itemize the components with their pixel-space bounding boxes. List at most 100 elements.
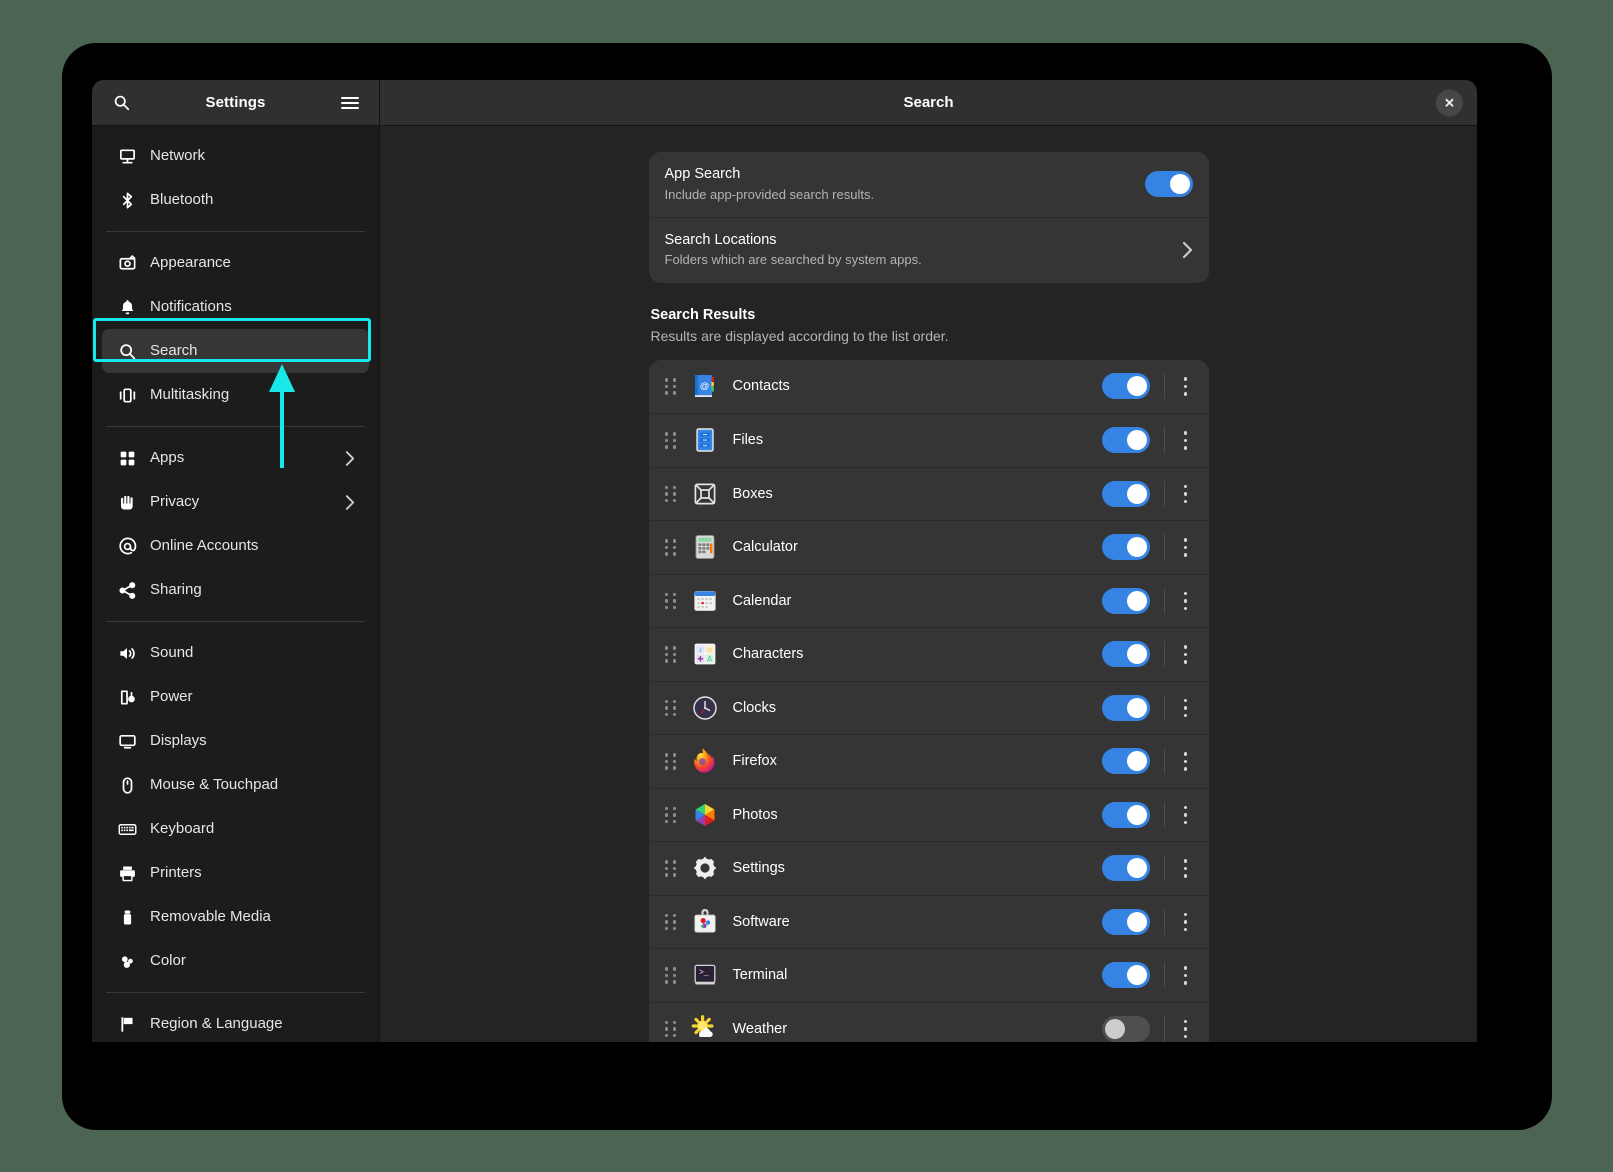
top-settings-card: App Search Include app-provided search r… [649,152,1209,283]
color-icon [114,952,140,971]
more-options-icon[interactable] [1177,748,1195,774]
bluetooth-icon [114,191,140,210]
sidebar-item-sound[interactable]: Sound [102,631,369,675]
more-options-icon[interactable] [1177,641,1195,667]
more-options-icon[interactable] [1177,481,1195,507]
svg-text:>_: >_ [699,969,709,978]
drag-handle-icon[interactable] [665,432,677,449]
row-controls [1102,588,1195,614]
drag-handle-icon[interactable] [665,593,677,610]
sidebar-item-keyboard[interactable]: Keyboard [102,807,369,851]
share-icon [114,581,140,600]
sidebar-item-label: Network [150,148,359,164]
search-result-label: Firefox [733,753,1102,769]
svg-text:@: @ [699,381,709,392]
sidebar-item-privacy[interactable]: Privacy [102,480,369,524]
search-result-row: Calendar [649,574,1209,628]
sidebar-item-removable-media[interactable]: Removable Media [102,895,369,939]
drag-handle-icon[interactable] [665,539,677,556]
sidebar-item-network[interactable]: Network [102,134,369,178]
search-result-row: >_Terminal [649,948,1209,1002]
sidebar-item-printers[interactable]: Printers [102,851,369,895]
search-result-toggle[interactable] [1102,962,1150,988]
search-result-toggle[interactable] [1102,373,1150,399]
more-options-icon[interactable] [1177,802,1195,828]
search-result-toggle[interactable] [1102,802,1150,828]
divider [1164,1016,1165,1042]
drag-handle-icon[interactable] [665,753,677,770]
appearance-icon [114,254,140,273]
sidebar: Settings NetworkBluetoothAppearanceNotif… [92,80,380,1042]
boxes-app-icon [691,480,719,508]
more-options-icon[interactable] [1177,534,1195,560]
more-options-icon[interactable] [1177,1016,1195,1042]
search-result-row: Software [649,895,1209,949]
sidebar-item-multitasking[interactable]: Multitasking [102,373,369,417]
sidebar-item-color[interactable]: Color [102,939,369,983]
search-result-toggle[interactable] [1102,855,1150,881]
app-search-row[interactable]: App Search Include app-provided search r… [649,152,1209,217]
sidebar-item-power[interactable]: Power [102,675,369,719]
search-result-row: Boxes [649,467,1209,521]
sidebar-item-displays[interactable]: Displays [102,719,369,763]
sidebar-item-region-language[interactable]: Region & Language [102,1002,369,1042]
more-options-icon[interactable] [1177,695,1195,721]
search-icon[interactable] [108,90,134,116]
sidebar-item-label: Removable Media [150,909,359,925]
search-locations-row[interactable]: Search Locations Folders which are searc… [649,217,1209,283]
search-result-row: Calculator [649,520,1209,574]
drag-handle-icon[interactable] [665,967,677,984]
drag-handle-icon[interactable] [665,807,677,824]
more-options-icon[interactable] [1177,855,1195,881]
firefox-app-icon [691,747,719,775]
search-result-toggle[interactable] [1102,481,1150,507]
more-options-icon[interactable] [1177,427,1195,453]
more-options-icon[interactable] [1177,373,1195,399]
drag-handle-icon[interactable] [665,646,677,663]
clocks-app-icon [691,694,719,722]
divider [1164,427,1165,453]
search-locations-subtitle: Folders which are searched by system app… [665,251,1174,269]
sidebar-item-search[interactable]: Search [102,329,369,373]
sidebar-divider [106,621,365,622]
search-result-toggle[interactable] [1102,641,1150,667]
search-result-toggle[interactable] [1102,695,1150,721]
search-result-toggle[interactable] [1102,748,1150,774]
more-options-icon[interactable] [1177,588,1195,614]
close-icon[interactable]: ✕ [1436,89,1463,116]
search-result-toggle[interactable] [1102,427,1150,453]
drag-handle-icon[interactable] [665,1021,677,1038]
search-result-toggle[interactable] [1102,1016,1150,1042]
drag-handle-icon[interactable] [665,486,677,503]
bell-icon [114,298,140,317]
search-result-row: ♪☺✚ΔCharacters [649,627,1209,681]
hamburger-menu-icon[interactable] [337,90,363,116]
sidebar-item-label: Apps [150,450,345,466]
sidebar-nav-list: NetworkBluetoothAppearanceNotificationsS… [92,126,379,1042]
search-result-toggle[interactable] [1102,588,1150,614]
search-result-row: Weather [649,1002,1209,1043]
sidebar-item-sharing[interactable]: Sharing [102,568,369,612]
sidebar-item-apps[interactable]: Apps [102,436,369,480]
mouse-icon [114,776,140,795]
sidebar-item-mouse-touchpad[interactable]: Mouse & Touchpad [102,763,369,807]
search-result-row: Clocks [649,681,1209,735]
sidebar-item-bluetooth[interactable]: Bluetooth [102,178,369,222]
search-result-toggle[interactable] [1102,909,1150,935]
sidebar-item-appearance[interactable]: Appearance [102,241,369,285]
drag-handle-icon[interactable] [665,378,677,395]
display-icon [114,732,140,751]
search-result-toggle[interactable] [1102,534,1150,560]
search-panel: App Search Include app-provided search r… [649,152,1209,1042]
more-options-icon[interactable] [1177,909,1195,935]
app-search-title: App Search [665,165,1145,185]
sidebar-item-online-accounts[interactable]: Online Accounts [102,524,369,568]
more-options-icon[interactable] [1177,962,1195,988]
weather-app-icon [691,1015,719,1042]
drag-handle-icon[interactable] [665,700,677,717]
drag-handle-icon[interactable] [665,860,677,877]
app-search-toggle[interactable] [1145,171,1193,197]
sidebar-item-notifications[interactable]: Notifications [102,285,369,329]
sidebar-item-label: Region & Language [150,1016,359,1032]
drag-handle-icon[interactable] [665,914,677,931]
